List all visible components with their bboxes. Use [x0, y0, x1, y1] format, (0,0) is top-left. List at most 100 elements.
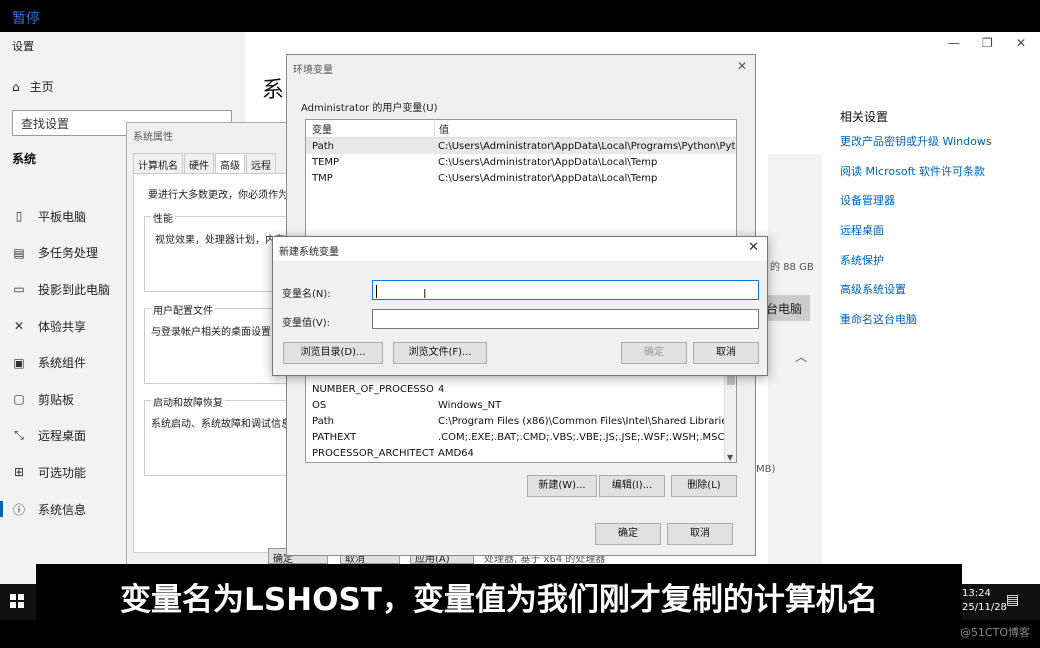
system-properties-dialog: 系统属性 计算机名 硬件 高级 远程 要进行大多数更改，你必须作为管 性能 视觉… [126, 122, 291, 568]
video-top-bar: 暂停 [0, 0, 1040, 32]
newvar-cancel-button[interactable]: 取消 [693, 342, 759, 364]
window-title: 设置 [12, 40, 34, 53]
sidebar-item-label: 可选功能 [38, 465, 87, 480]
clock-time: 13:24 [962, 588, 991, 599]
sidebar-item-label: 多任务处理 [38, 246, 99, 261]
sidebar-item-home[interactable]: ⌂ 主页 [12, 78, 54, 95]
list-header: 变量 值 [306, 120, 736, 138]
related-link-system-protection[interactable]: 系统保护 [840, 252, 1030, 282]
env-ok-button[interactable]: 确定 [595, 523, 661, 545]
minimize-icon[interactable]: — [948, 36, 960, 50]
env-cancel-button[interactable]: 取消 [667, 523, 733, 545]
related-link-upgrade[interactable]: 更改产品密钥或升级 Windows [840, 133, 1030, 163]
taskbar-clock[interactable]: 13:24 25/11/28 [962, 587, 1007, 615]
table-row[interactable]: Path C:\Users\Administrator\AppData\Local… [306, 138, 736, 154]
sidebar-item-label: 平板电脑 [38, 209, 87, 224]
var-value: C:\Users\Administrator\AppData\Local\Tem… [438, 172, 658, 184]
close-icon[interactable]: ✕ [1016, 36, 1026, 50]
subtitle-bar: 变量名为LSHOST，变量值为我们刚才复制的计算机名 [36, 564, 962, 620]
sidebar-item-label: 体验共享 [38, 319, 87, 334]
video-bottom-bar [0, 620, 1040, 648]
table-row[interactable]: TMP C:\Users\Administrator\AppData\Local\… [306, 170, 736, 186]
dialog-title: 环境变量 [293, 65, 333, 76]
section-title: 系统 [12, 152, 37, 166]
new-var-button[interactable]: 新建(W)... [527, 475, 597, 497]
dialog-title: 系统属性 [133, 132, 173, 143]
performance-label: 性能 [151, 210, 175, 225]
sidebar-item-label: 系统组件 [38, 356, 87, 371]
windows-start-icon[interactable] [10, 594, 24, 608]
collapse-icon[interactable]: ︿ [795, 348, 807, 365]
var-name-label: 变量名(N): [282, 289, 331, 300]
related-link-rename-pc[interactable]: 重命名这台电脑 [840, 311, 1030, 341]
newvar-ok-button[interactable]: 确定 [621, 342, 687, 364]
table-row[interactable]: PATHEXT .COM;.EXE;.BAT;.CMD;.VBS;.VBE;.JS… [306, 429, 736, 445]
dialog-titlebar: 新建系统变量 ✕ [273, 237, 767, 261]
subtitle-text: 变量名为LSHOST，变量值为我们刚才复制的计算机名 [120, 582, 878, 618]
var-name: Path [312, 415, 334, 427]
components-icon: ▣ [13, 355, 25, 370]
table-row[interactable]: NUMBER_OF_PROCESSORS 4 [306, 381, 736, 397]
clock-date: 25/11/28 [962, 602, 1007, 613]
multitask-icon: ▤ [13, 245, 25, 260]
screen: 暂停 设置 ⌂ 主页 查找设置 系统 ▯ 平板电脑 ▤ 多任务处理 ▭ 投影到此电脑 … [0, 0, 1040, 648]
browse-directory-button[interactable]: 浏览目录(D)... [283, 342, 383, 364]
remote-desktop-icon: ⤡ [14, 428, 24, 443]
related-link-license[interactable]: 阅读 Microsoft 软件许可条款 [840, 163, 1030, 193]
related-settings: 相关设置 更改产品密钥或升级 Windows 阅读 Microsoft 软件许可… [840, 108, 1030, 341]
system-vars-list: NUMBER_OF_PROCESSORS 4 OS Windows_NT Path C… [305, 371, 737, 463]
var-name: PROCESSOR_ARCHITECT... [312, 447, 434, 459]
col-value[interactable]: 值 [434, 121, 736, 136]
var-name: NUMBER_OF_PROCESSORS [312, 383, 434, 395]
page-title: 系 [262, 78, 285, 103]
pause-label[interactable]: 暂停 [12, 8, 40, 28]
var-value: Windows_NT [438, 399, 502, 411]
rename-pc-button[interactable]: 台电脑 [762, 295, 810, 321]
table-row[interactable]: Path C:\Program Files (x86)\Common Files\… [306, 413, 736, 429]
delete-var-button[interactable]: 删除(L) [671, 475, 737, 497]
related-settings-title: 相关设置 [840, 110, 889, 124]
notification-icon[interactable]: ▤ [1006, 592, 1019, 608]
browse-file-button[interactable]: 浏览文件(F)... [393, 342, 487, 364]
mb-text: MB) [756, 464, 776, 475]
tab-hardware[interactable]: 硬件 [184, 153, 214, 173]
related-link-advanced-settings[interactable]: 高级系统设置 [840, 281, 1030, 311]
var-name: TEMP [312, 156, 340, 168]
performance-group: 性能 视觉效果，处理器计划，内存使用 [144, 210, 290, 292]
tab-advanced[interactable]: 高级 [215, 153, 245, 173]
var-value: C:\Users\Administrator\AppData\Local\Pro… [438, 140, 736, 152]
advanced-tab-panel: 要进行大多数更改，你必须作为管 性能 视觉效果，处理器计划，内存使用 用户配置文… [133, 173, 291, 553]
related-link-device-manager[interactable]: 设备管理器 [840, 192, 1030, 222]
close-icon[interactable]: ✕ [748, 240, 759, 255]
close-icon[interactable]: ✕ [737, 59, 747, 73]
admin-note: 要进行大多数更改，你必须作为管 [148, 190, 291, 201]
col-variable[interactable]: 变量 [306, 121, 434, 136]
var-value: .COM;.EXE;.BAT;.CMD;.VBS;.VBE;.JS;.JSE;.… [438, 431, 725, 443]
tab-bar: 计算机名 硬件 高级 远程 [133, 153, 277, 173]
var-name-input[interactable] [372, 280, 759, 300]
var-value: C:\Users\Administrator\AppData\Local\Tem… [438, 156, 658, 168]
var-value-input[interactable] [372, 309, 759, 329]
var-value: 4 [438, 383, 445, 395]
share-icon: ✕ [13, 319, 25, 334]
related-link-remote-desktop[interactable]: 远程桌面 [840, 222, 1030, 252]
edit-var-button[interactable]: 编辑(I)... [599, 475, 665, 497]
tab-computer-name[interactable]: 计算机名 [133, 153, 183, 173]
watermark: @51CTO博客 [959, 626, 1030, 639]
user-vars-label: Administrator 的用户变量(U) [301, 103, 438, 114]
restore-icon[interactable]: ❐ [982, 36, 993, 50]
table-row[interactable]: OS Windows_NT [306, 397, 736, 413]
var-value: C:\Program Files (x86)\Common Files\Inte… [438, 415, 736, 427]
project-icon: ▭ [13, 282, 25, 297]
table-row[interactable]: TEMP C:\Users\Administrator\AppData\Local… [306, 154, 736, 170]
var-name: PATHEXT [312, 431, 357, 443]
dialog-title: 新建系统变量 [279, 247, 339, 258]
tab-remote[interactable]: 远程 [246, 153, 276, 173]
table-row[interactable]: PROCESSOR_ARCHITECT... AMD64 [306, 445, 736, 461]
scrollbar[interactable]: ▼ [724, 371, 736, 462]
scroll-down-icon[interactable]: ▼ [727, 453, 733, 462]
startup-recovery-desc: 系统启动、系统故障和调试信息 [151, 419, 291, 430]
sidebar-item-label: 远程桌面 [38, 429, 87, 444]
var-value-label: 变量值(V): [282, 318, 331, 329]
sidebar-item-label: 剪贴板 [38, 392, 75, 407]
